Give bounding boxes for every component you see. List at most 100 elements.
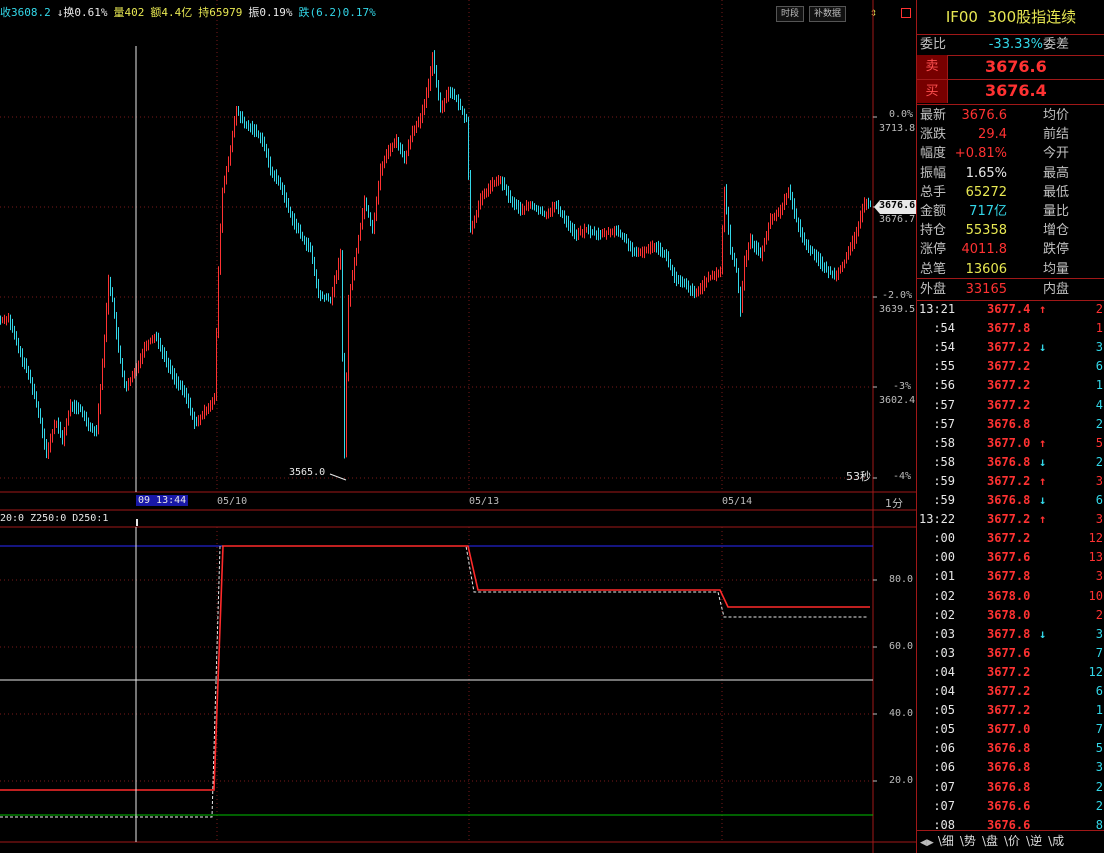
tick-volume: 1 [1095,321,1103,336]
tick-price: 3676.8 [987,760,1031,775]
tick-row[interactable]: :04 3677.2 6 [917,682,1104,701]
tick-volume: 4 [1095,397,1103,412]
tab-4[interactable]: \逆 [1026,834,1042,848]
tick-row[interactable]: 13:21 3677.4 ↑ 2 [917,300,1104,319]
tick-row[interactable]: :07 3676.8 2 [917,778,1104,797]
stat-label-2: 今开 [1043,146,1070,162]
tab-1[interactable]: \势 [960,834,976,848]
tick-time: :08 [933,817,955,830]
tab-5[interactable]: \成 [1048,834,1064,848]
tick-price: 3677.8 [987,569,1031,584]
tick-price: 3677.2 [987,397,1031,412]
stat-row: 幅度 +0.81% 今开 [917,144,1104,163]
tick-row[interactable]: :58 3676.8 ↓ 2 [917,453,1104,472]
tick-row[interactable]: :54 3677.2 ↓ 3 [917,338,1104,357]
tick-row[interactable]: :06 3676.8 3 [917,758,1104,777]
arrow-up-icon: ↑ [1039,473,1047,488]
tick-row[interactable]: :00 3677.6 13 [917,548,1104,567]
price-label: 3602.4 [879,395,916,406]
date-label: 05/13 [469,496,500,507]
stat-value: 3676.6 [961,108,1008,123]
tick-row[interactable]: :07 3676.6 2 [917,797,1104,816]
tick-row[interactable]: :04 3677.2 12 [917,663,1104,682]
tab-2[interactable]: \盘 [982,834,998,848]
tick-volume: 2 [1095,779,1103,794]
arrow-down-icon: ↓ [1039,626,1047,641]
tick-price: 3677.2 [987,512,1031,527]
tick-row[interactable]: :03 3677.8 ↓ 3 [917,625,1104,644]
stat-label: 持仓 [920,223,947,239]
tick-row[interactable]: :00 3677.2 12 [917,529,1104,548]
tick-row[interactable]: :56 3677.2 1 [917,376,1104,395]
tick-row[interactable]: :59 3676.8 ↓ 6 [917,491,1104,510]
tab-0[interactable]: \细 [938,834,954,848]
instrument-name: 300股指连续 [987,8,1077,26]
tick-volume: 1 [1095,378,1103,393]
tick-time: :06 [933,741,955,756]
tick-row[interactable]: :58 3677.0 ↑ 5 [917,434,1104,453]
tick-list[interactable]: 13:21 3677.4 ↑ 2:54 3677.8 1:54 3677.2 ↓ 3:55 367… [917,300,1104,830]
stat-label-2: 增仓 [1043,223,1070,239]
tick-row[interactable]: :02 3678.0 2 [917,606,1104,625]
tick-price: 3677.6 [987,550,1031,565]
tab-3[interactable]: \价 [1004,834,1020,848]
tick-row[interactable]: :02 3678.0 10 [917,587,1104,606]
stat-value: 29.4 [978,127,1007,143]
sell-price: 3676.6 [985,57,1047,76]
stat-label-2: 量比 [1043,204,1070,219]
stat-value: 1.65% [965,165,1007,181]
tick-row[interactable]: :55 3677.2 6 [917,357,1104,376]
arrow-up-icon: ↑ [1039,512,1047,527]
tick-price: 3677.2 [987,664,1031,679]
tick-volume: 6 [1095,359,1103,374]
tick-volume: 2 [1095,607,1103,622]
arrow-up-icon: ↑ [1039,302,1047,316]
tick-volume: 7 [1095,645,1103,660]
period-selector[interactable]: 1分 [885,495,903,511]
tick-volume: 2 [1095,302,1103,316]
tick-time: :54 [933,321,955,336]
stat-row: 持仓 55358 增仓 [917,221,1104,240]
pct-label: -3% [893,381,912,392]
tick-row[interactable]: :01 3677.8 3 [917,567,1104,586]
stat-label: 总笔 [920,261,947,277]
tick-row[interactable]: :59 3677.2 ↑ 3 [917,472,1104,491]
tick-price: 3677.2 [987,684,1031,698]
tick-row[interactable]: :03 3677.6 7 [917,644,1104,663]
price-label: 3639.5 [879,304,916,315]
tick-row[interactable]: :54 3677.8 1 [917,319,1104,338]
tick-row[interactable]: :06 3676.8 5 [917,739,1104,758]
tick-volume: 6 [1095,684,1103,698]
tick-volume: 3 [1095,626,1103,641]
weicha-label: 委差 [1043,37,1070,52]
tick-price: 3676.8 [987,454,1031,469]
tick-row[interactable]: :08 3676.6 8 [917,816,1104,830]
tick-price: 3676.8 [987,493,1031,507]
tick-time: :54 [933,340,955,355]
bid-row[interactable]: 买 3676.4 [917,80,1104,104]
tick-volume: 12 [1088,531,1103,546]
arrow-up-icon: ↑ [1039,435,1047,450]
tick-price: 3677.4 [987,302,1031,316]
stat-label: 总手 [920,184,947,200]
ask-row[interactable]: 卖 3676.6 [917,55,1104,103]
stat-row: 总笔 13606 均量 [917,260,1104,279]
tick-time: :03 [933,626,955,641]
tick-row[interactable]: :05 3677.2 1 [917,701,1104,720]
tick-price: 3676.8 [987,779,1031,794]
tick-row[interactable]: :57 3677.2 4 [917,396,1104,415]
tick-row[interactable]: 13:22 3677.2 ↑ 3 [917,510,1104,529]
arrow-down-icon: ↓ [1039,340,1047,355]
tick-time: :56 [933,378,955,393]
tab-nav-icon[interactable]: ◀▶ [920,838,934,848]
tick-row[interactable]: :57 3676.8 2 [917,415,1104,434]
stat-value: 717亿 [969,204,1007,219]
stat-value: 65272 [965,184,1007,200]
indicator-legend[interactable]: 20:0 Z250:0 D250:1 [0,513,108,524]
pct-label: -2.0% [882,290,913,301]
tick-volume: 8 [1095,817,1103,830]
stat-row: 振幅 1.65% 最高 [917,164,1104,183]
chart-canvas[interactable] [0,0,916,853]
stat-label: 幅度 [920,146,947,162]
tick-row[interactable]: :05 3677.0 7 [917,720,1104,739]
